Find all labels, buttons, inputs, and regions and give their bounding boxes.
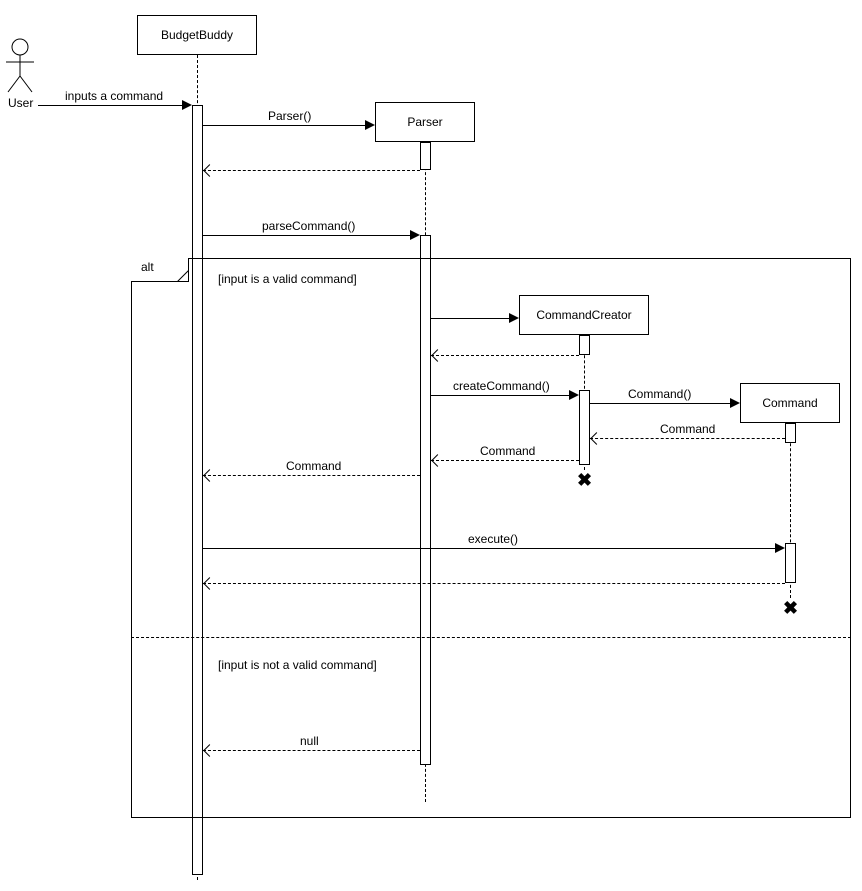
actor-label: User [8,96,33,110]
destroy-command: ✖ [783,598,798,619]
actor-user [2,38,38,97]
msg-command-ctor [590,403,730,404]
lifeline-label: BudgetBuddy [161,28,233,42]
msg-label: createCommand() [453,379,550,393]
return-command-2 [431,460,579,461]
destroy-commandcreator: ✖ [577,470,592,491]
msg-label: Parser() [268,109,311,123]
msg-inputs-command [38,105,183,106]
msg-commandcreator-create [431,318,509,319]
msg-label: parseCommand() [262,219,355,233]
actor-icon [2,38,38,94]
alt-label: alt [141,260,154,274]
arrowhead [203,164,216,177]
lifeline-head-parser: Parser [375,102,475,142]
return-execute [203,583,785,584]
guard-invalid: [input is not a valid command] [218,658,377,672]
sequence-diagram: User BudgetBuddy Parser CommandCreator C… [0,0,862,891]
alt-operator: alt [131,258,189,282]
msg-label: Command() [628,387,691,401]
return-null [203,750,420,751]
msg-label: null [300,734,319,748]
return-command-3 [203,475,420,476]
arrowhead [509,313,519,323]
lifeline-head-budgetbuddy: BudgetBuddy [137,15,257,55]
msg-createcommand [431,395,569,396]
msg-label: inputs a command [65,89,163,103]
msg-label: Command [286,459,341,473]
arrowhead [365,120,375,130]
msg-label: execute() [468,532,518,546]
return-parser-ctor [203,170,420,171]
arrowhead [182,100,192,110]
msg-label: Command [660,422,715,436]
return-commandcreator-create [431,355,579,356]
msg-parser-ctor [203,125,365,126]
arrowhead [775,543,785,553]
activation-parser-1 [420,142,431,170]
msg-parsecommand [203,235,410,236]
lifeline-label: Parser [407,115,442,129]
msg-label: Command [480,444,535,458]
alt-divider [131,637,851,638]
return-command-1 [590,438,785,439]
guard-valid: [input is a valid command] [218,272,357,286]
arrowhead [569,390,579,400]
arrowhead [410,230,420,240]
msg-execute [203,548,775,549]
arrowhead [730,398,740,408]
